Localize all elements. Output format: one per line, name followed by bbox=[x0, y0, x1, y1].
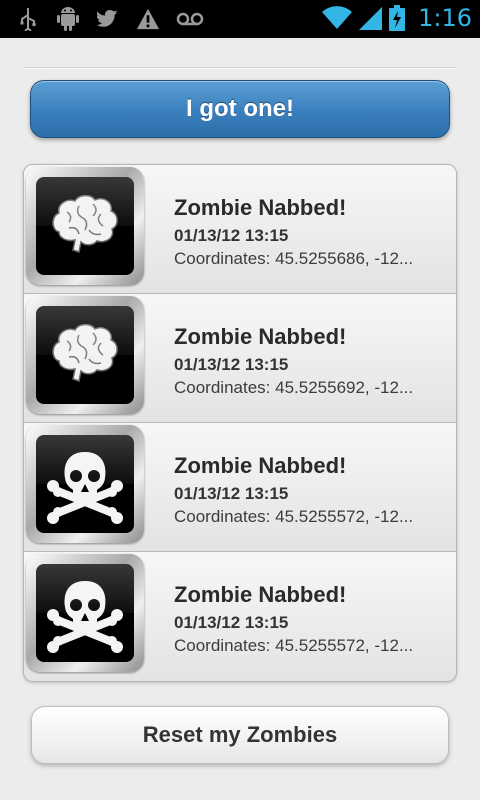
list-item[interactable]: Zombie Nabbed! 01/13/12 13:15 Coordinate… bbox=[24, 165, 456, 294]
i-got-one-button[interactable]: I got one! bbox=[30, 80, 450, 138]
list-item-title: Zombie Nabbed! bbox=[174, 453, 347, 478]
list-item-thumbnail bbox=[26, 296, 144, 414]
list-item-thumbnail bbox=[26, 167, 144, 285]
list-item-date: 01/13/12 13:15 bbox=[174, 355, 289, 374]
wifi-icon bbox=[322, 5, 353, 31]
signal-icon bbox=[358, 5, 383, 31]
clock-time: 1:16 bbox=[418, 4, 472, 32]
voicemail-icon bbox=[176, 6, 204, 32]
zombie-list: Zombie Nabbed! 01/13/12 13:15 Coordinate… bbox=[23, 164, 457, 682]
list-item-coordinates: Coordinates: 45.5255686, -12... bbox=[174, 249, 414, 268]
list-item-coordinates: Coordinates: 45.5255572, -12... bbox=[174, 636, 414, 655]
list-item[interactable]: Zombie Nabbed! 01/13/12 13:15 Coordinate… bbox=[24, 423, 456, 552]
skull-crossbones-icon bbox=[47, 452, 123, 524]
top-divider bbox=[24, 67, 457, 69]
status-bar: 1:16 bbox=[0, 0, 480, 38]
list-item[interactable]: Zombie Nabbed! 01/13/12 13:15 Coordinate… bbox=[24, 294, 456, 423]
list-item-coordinates: Coordinates: 45.5255692, -12... bbox=[174, 378, 414, 397]
usb-icon bbox=[16, 6, 40, 32]
list-item-title: Zombie Nabbed! bbox=[174, 195, 347, 220]
list-item-title: Zombie Nabbed! bbox=[174, 582, 347, 607]
list-item-thumbnail bbox=[26, 554, 144, 672]
twitter-icon bbox=[96, 6, 120, 32]
warning-icon bbox=[136, 6, 160, 32]
list-item[interactable]: Zombie Nabbed! 01/13/12 13:15 Coordinate… bbox=[24, 552, 456, 681]
list-item-date: 01/13/12 13:15 bbox=[174, 226, 289, 245]
android-debug-icon bbox=[56, 6, 80, 32]
skull-crossbones-icon bbox=[47, 581, 123, 653]
brain-icon bbox=[52, 194, 118, 253]
list-item-date: 01/13/12 13:15 bbox=[174, 484, 289, 503]
list-item-thumbnail bbox=[26, 425, 144, 543]
list-item-date: 01/13/12 13:15 bbox=[174, 613, 289, 632]
list-item-coordinates: Coordinates: 45.5255572, -12... bbox=[174, 507, 414, 526]
brain-icon bbox=[52, 323, 118, 382]
list-item-title: Zombie Nabbed! bbox=[174, 324, 347, 349]
battery-charging-icon bbox=[388, 5, 406, 31]
reset-zombies-button[interactable]: Reset my Zombies bbox=[31, 706, 449, 764]
